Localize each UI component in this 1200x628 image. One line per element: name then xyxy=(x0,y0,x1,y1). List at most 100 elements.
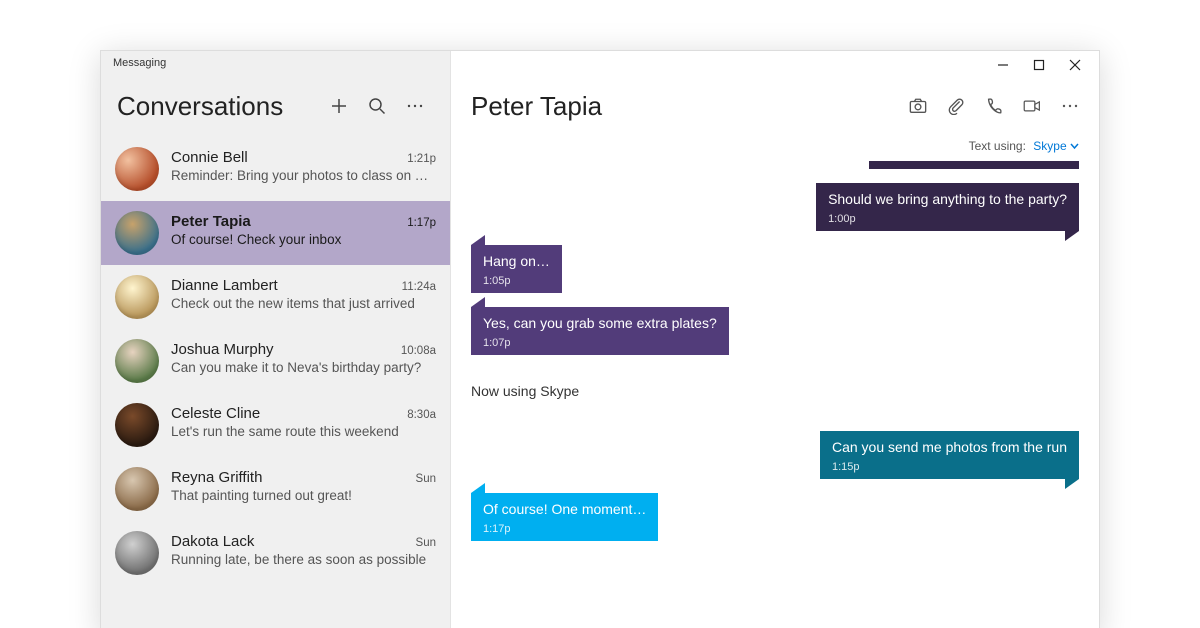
system-message-row: Now using Skype xyxy=(471,369,1079,417)
more-button[interactable] xyxy=(396,87,434,125)
conversation-item[interactable]: Celeste Cline 8:30a Let's run the same rou… xyxy=(101,393,450,457)
message-text: Should we bring anything to the party? xyxy=(828,191,1067,207)
close-button[interactable] xyxy=(1057,51,1093,79)
message-text: Of course! One moment… xyxy=(483,501,646,517)
chat-actions xyxy=(899,87,1089,125)
text-using-label: Text using: xyxy=(969,139,1026,153)
conversation-preview: Check out the new items that just arrive… xyxy=(171,296,436,311)
more-icon xyxy=(1061,97,1079,115)
conversation-body: Connie Bell 1:21p Reminder: Bring your pho… xyxy=(171,147,436,183)
message-row: Can you send me photos from the run 1:15p xyxy=(471,431,1079,479)
message-text: Yes, can you grab some extra plates? xyxy=(483,315,717,331)
message-bubble[interactable]: Of course! One moment… 1:17p xyxy=(471,493,658,541)
conversation-item[interactable]: Dakota LackSunRunning late, be there as … xyxy=(101,521,450,585)
conversation-preview: Let's run the same route this weekend xyxy=(171,424,436,439)
plus-icon xyxy=(330,97,348,115)
conversation-body: Dianne Lambert 11:24a Check out the new it… xyxy=(171,275,436,311)
conversation-body: Peter Tapia 1:17p Of course! Check your in… xyxy=(171,211,436,247)
conversation-preview: Of course! Check your inbox xyxy=(171,232,436,247)
chevron-down-icon xyxy=(1070,142,1079,151)
message-bubble[interactable]: Should we bring anything to the party? 1:… xyxy=(816,183,1079,231)
chat-header: Peter Tapia xyxy=(451,79,1099,135)
maximize-button[interactable] xyxy=(1021,51,1057,79)
truncated-bubble xyxy=(869,161,1079,169)
avatar xyxy=(115,403,159,447)
conversation-preview: Reminder: Bring your photos to class on … xyxy=(171,168,436,183)
message-row: Should we bring anything to the party? 1:… xyxy=(471,183,1079,231)
message-time: 1:07p xyxy=(483,337,717,349)
app-window: Messaging Conversations xyxy=(100,50,1100,628)
conversation-name: Peter Tapia xyxy=(171,213,399,230)
conversation-body: Dakota LackSunRunning late, be there as … xyxy=(171,531,436,567)
message-bubble[interactable]: Can you send me photos from the run 1:15p xyxy=(820,431,1079,479)
search-button[interactable] xyxy=(358,87,396,125)
message-row: Yes, can you grab some extra plates? 1:07… xyxy=(471,307,1079,355)
message-time: 1:05p xyxy=(483,275,550,287)
new-conversation-button[interactable] xyxy=(320,87,358,125)
text-using-row[interactable]: Text using: Skype xyxy=(451,135,1099,161)
message-time: 1:17p xyxy=(483,523,646,535)
paperclip-icon xyxy=(947,97,965,115)
minimize-button[interactable] xyxy=(985,51,1021,79)
avatar xyxy=(115,275,159,319)
conversation-body: Celeste Cline 8:30a Let's run the same rou… xyxy=(171,403,436,439)
titlebar: Messaging xyxy=(101,51,1099,79)
conversation-body: Reyna Griffith Sun That painting turned ou… xyxy=(171,467,436,503)
app-caption: Messaging xyxy=(113,57,166,69)
conversation-body: Joshua Murphy 10:08a Can you make it to Ne… xyxy=(171,339,436,375)
video-icon xyxy=(1023,97,1041,115)
search-icon xyxy=(368,97,386,115)
conversation-time: Sun xyxy=(416,473,436,485)
conversation-time: 8:30a xyxy=(407,409,436,421)
camera-icon xyxy=(909,97,927,115)
conversation-time: Sun xyxy=(416,537,436,549)
chat-body[interactable]: Should we bring anything to the party? 1:… xyxy=(451,161,1099,628)
attach-button[interactable] xyxy=(937,87,975,125)
close-icon xyxy=(1069,59,1081,71)
conversation-name: Connie Bell xyxy=(171,149,399,166)
message-time: 1:15p xyxy=(832,461,1067,473)
conversation-name: Dianne Lambert xyxy=(171,277,394,294)
conversation-item[interactable]: Joshua Murphy 10:08a Can you make it to Ne… xyxy=(101,329,450,393)
conversation-preview: That painting turned out great! xyxy=(171,488,436,503)
sidebar: Conversations Connie Bell 1:21p Reminder: … xyxy=(101,51,451,628)
sidebar-header: Conversations xyxy=(101,79,450,137)
avatar xyxy=(115,211,159,255)
conversation-preview: Running late, be there as soon as possib… xyxy=(171,552,436,567)
avatar xyxy=(115,339,159,383)
conversation-list[interactable]: Connie Bell 1:21p Reminder: Bring your pho… xyxy=(101,137,450,628)
chat-more-button[interactable] xyxy=(1051,87,1089,125)
conversation-time: 11:24a xyxy=(402,281,436,293)
conversation-item[interactable]: Peter Tapia 1:17p Of course! Check your in… xyxy=(101,201,450,265)
more-icon xyxy=(406,97,424,115)
message-text: Hang on… xyxy=(483,253,550,269)
conversation-item[interactable]: Dianne Lambert 11:24a Check out the new it… xyxy=(101,265,450,329)
message-text: Can you send me photos from the run xyxy=(832,439,1067,455)
phone-icon xyxy=(985,97,1003,115)
message-bubble[interactable]: Yes, can you grab some extra plates? 1:07… xyxy=(471,307,729,355)
maximize-icon xyxy=(1033,59,1045,71)
conversation-time: 1:17p xyxy=(407,217,436,229)
avatar xyxy=(115,147,159,191)
conversation-name: Reyna Griffith xyxy=(171,469,408,486)
avatar xyxy=(115,467,159,511)
minimize-icon xyxy=(997,59,1009,71)
text-using-provider: Skype xyxy=(1033,139,1079,153)
video-button[interactable] xyxy=(1013,87,1051,125)
avatar xyxy=(115,531,159,575)
message-row: Of course! One moment… 1:17p xyxy=(471,493,1079,541)
conversation-time: 1:21p xyxy=(407,153,436,165)
message-row: Hang on… 1:05p xyxy=(471,245,1079,293)
message-row xyxy=(471,161,1079,169)
call-button[interactable] xyxy=(975,87,1013,125)
conversation-preview: Can you make it to Neva's birthday party… xyxy=(171,360,436,375)
conversation-item[interactable]: Connie Bell 1:21p Reminder: Bring your pho… xyxy=(101,137,450,201)
conversation-time: 10:08a xyxy=(401,345,436,357)
conversation-item[interactable]: Reyna Griffith Sun That painting turned ou… xyxy=(101,457,450,521)
conversation-name: Joshua Murphy xyxy=(171,341,393,358)
conversation-name: Celeste Cline xyxy=(171,405,399,422)
camera-button[interactable] xyxy=(899,87,937,125)
message-time: 1:00p xyxy=(828,213,1067,225)
chat-pane: Peter Tapia xyxy=(451,51,1099,628)
message-bubble[interactable]: Hang on… 1:05p xyxy=(471,245,562,293)
